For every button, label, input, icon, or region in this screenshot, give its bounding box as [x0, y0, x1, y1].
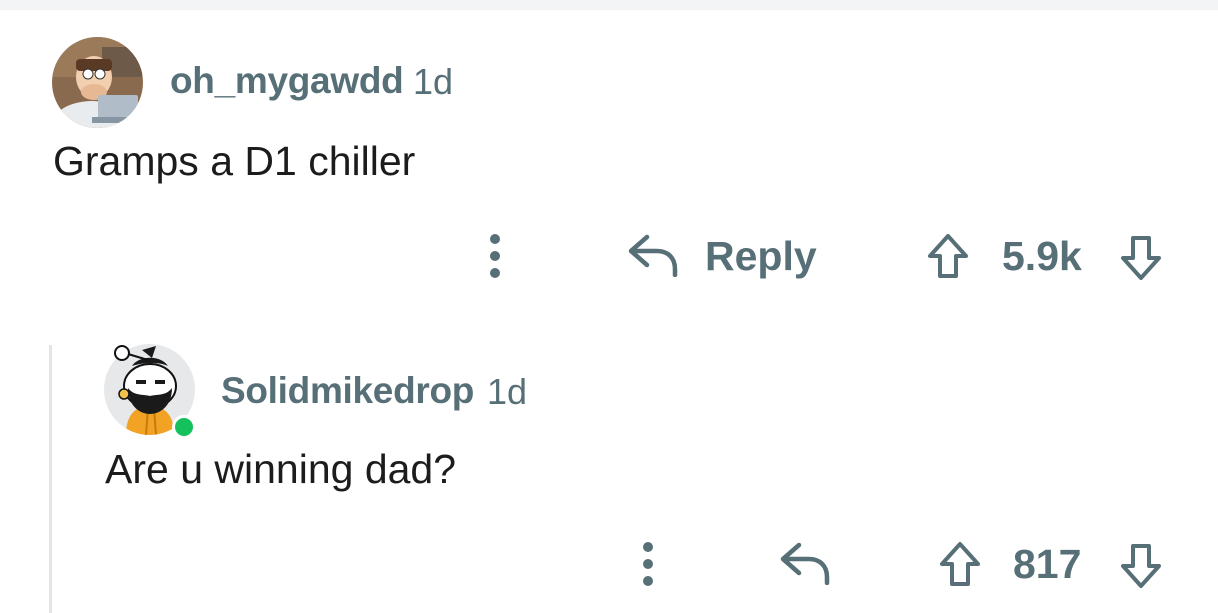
vote-score: 817	[1013, 541, 1082, 587]
comment-body: Gramps a D1 chiller	[53, 138, 416, 184]
downvote-icon[interactable]	[1118, 542, 1164, 590]
vote-score: 5.9k	[1002, 233, 1082, 279]
comment-timestamp: 1d	[487, 371, 528, 412]
upvote-icon[interactable]	[937, 540, 983, 588]
reply-button[interactable]: Reply	[705, 233, 817, 280]
more-vertical-icon[interactable]	[638, 541, 658, 587]
top-divider	[0, 0, 1218, 10]
online-status-dot	[172, 415, 196, 439]
upvote-icon[interactable]	[925, 232, 971, 280]
comment-author[interactable]: oh_mygawdd	[170, 60, 404, 102]
reply-arrow-icon[interactable]	[627, 233, 679, 277]
antenna-icon	[114, 345, 156, 361]
more-vertical-icon[interactable]	[485, 233, 505, 279]
avatar[interactable]	[52, 37, 143, 128]
comment-body: Are u winning dad?	[105, 446, 457, 492]
comment-author[interactable]: Solidmikedrop	[221, 370, 474, 412]
reply-arrow-icon[interactable]	[779, 541, 831, 585]
thread-line[interactable]	[49, 345, 52, 613]
comment-timestamp: 1d	[413, 61, 454, 102]
downvote-icon[interactable]	[1118, 234, 1164, 282]
